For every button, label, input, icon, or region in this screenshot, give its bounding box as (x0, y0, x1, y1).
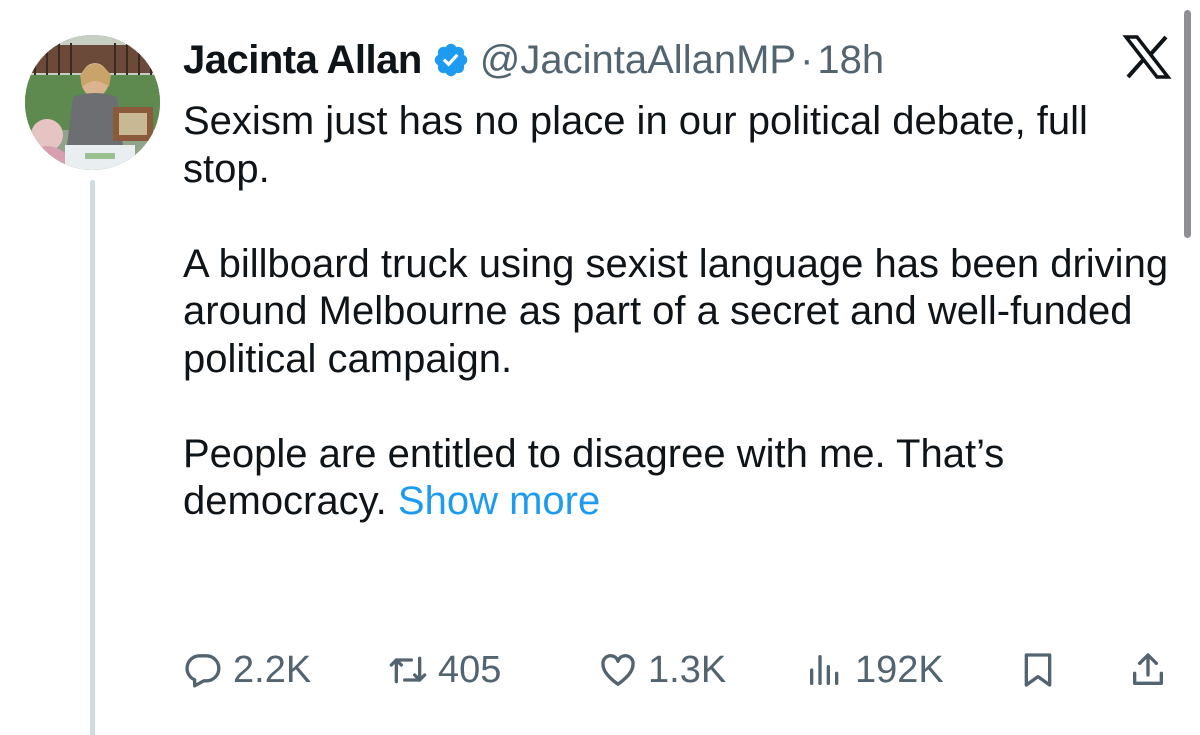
bookmark-icon (1018, 650, 1058, 690)
tweet-paragraph: A billboard truck using sexist language … (183, 241, 1169, 381)
reply-count: 2.2K (233, 648, 312, 691)
retweet-arrows-icon (388, 650, 428, 690)
like-button[interactable]: 1.3K (598, 645, 726, 695)
like-count: 1.3K (648, 648, 727, 691)
tweet-paragraph-last: People are entitled to disagree with me.… (183, 431, 1183, 526)
share-upload-icon (1128, 650, 1168, 690)
author-handle[interactable]: @JacintaAllanMP (480, 38, 796, 83)
header-separator: · (800, 37, 814, 82)
avatar-photo (25, 35, 160, 170)
tweet-header: Jacinta Allan @JacintaAllanMP · 18h (183, 30, 884, 90)
author-display-name[interactable]: Jacinta Allan (183, 38, 422, 83)
tweet-action-bar: 2.2K 405 1.3K 192K (183, 645, 1173, 695)
bar-chart-icon (805, 650, 845, 690)
share-button[interactable] (1128, 645, 1168, 695)
retweet-button[interactable]: 405 (388, 645, 501, 695)
verified-badge-icon[interactable] (432, 41, 470, 79)
tweet-paragraph: Sexism just has no place in our politica… (183, 99, 1088, 191)
show-more-link[interactable]: Show more (398, 479, 600, 523)
avatar[interactable] (25, 35, 160, 170)
view-count: 192K (855, 648, 944, 691)
reply-button[interactable]: 2.2K (183, 645, 311, 695)
reply-bubble-icon (183, 650, 223, 690)
scrollbar[interactable] (1184, 10, 1191, 238)
bookmark-button[interactable] (1018, 645, 1058, 695)
thread-connector-line (90, 180, 95, 735)
tweet-body: Sexism just has no place in our politica… (183, 98, 1183, 526)
x-logo-icon (1122, 34, 1172, 80)
tweet-timestamp[interactable]: 18h (817, 38, 884, 83)
heart-icon (598, 650, 638, 690)
retweet-count: 405 (438, 648, 502, 691)
views-button[interactable]: 192K (805, 645, 944, 695)
